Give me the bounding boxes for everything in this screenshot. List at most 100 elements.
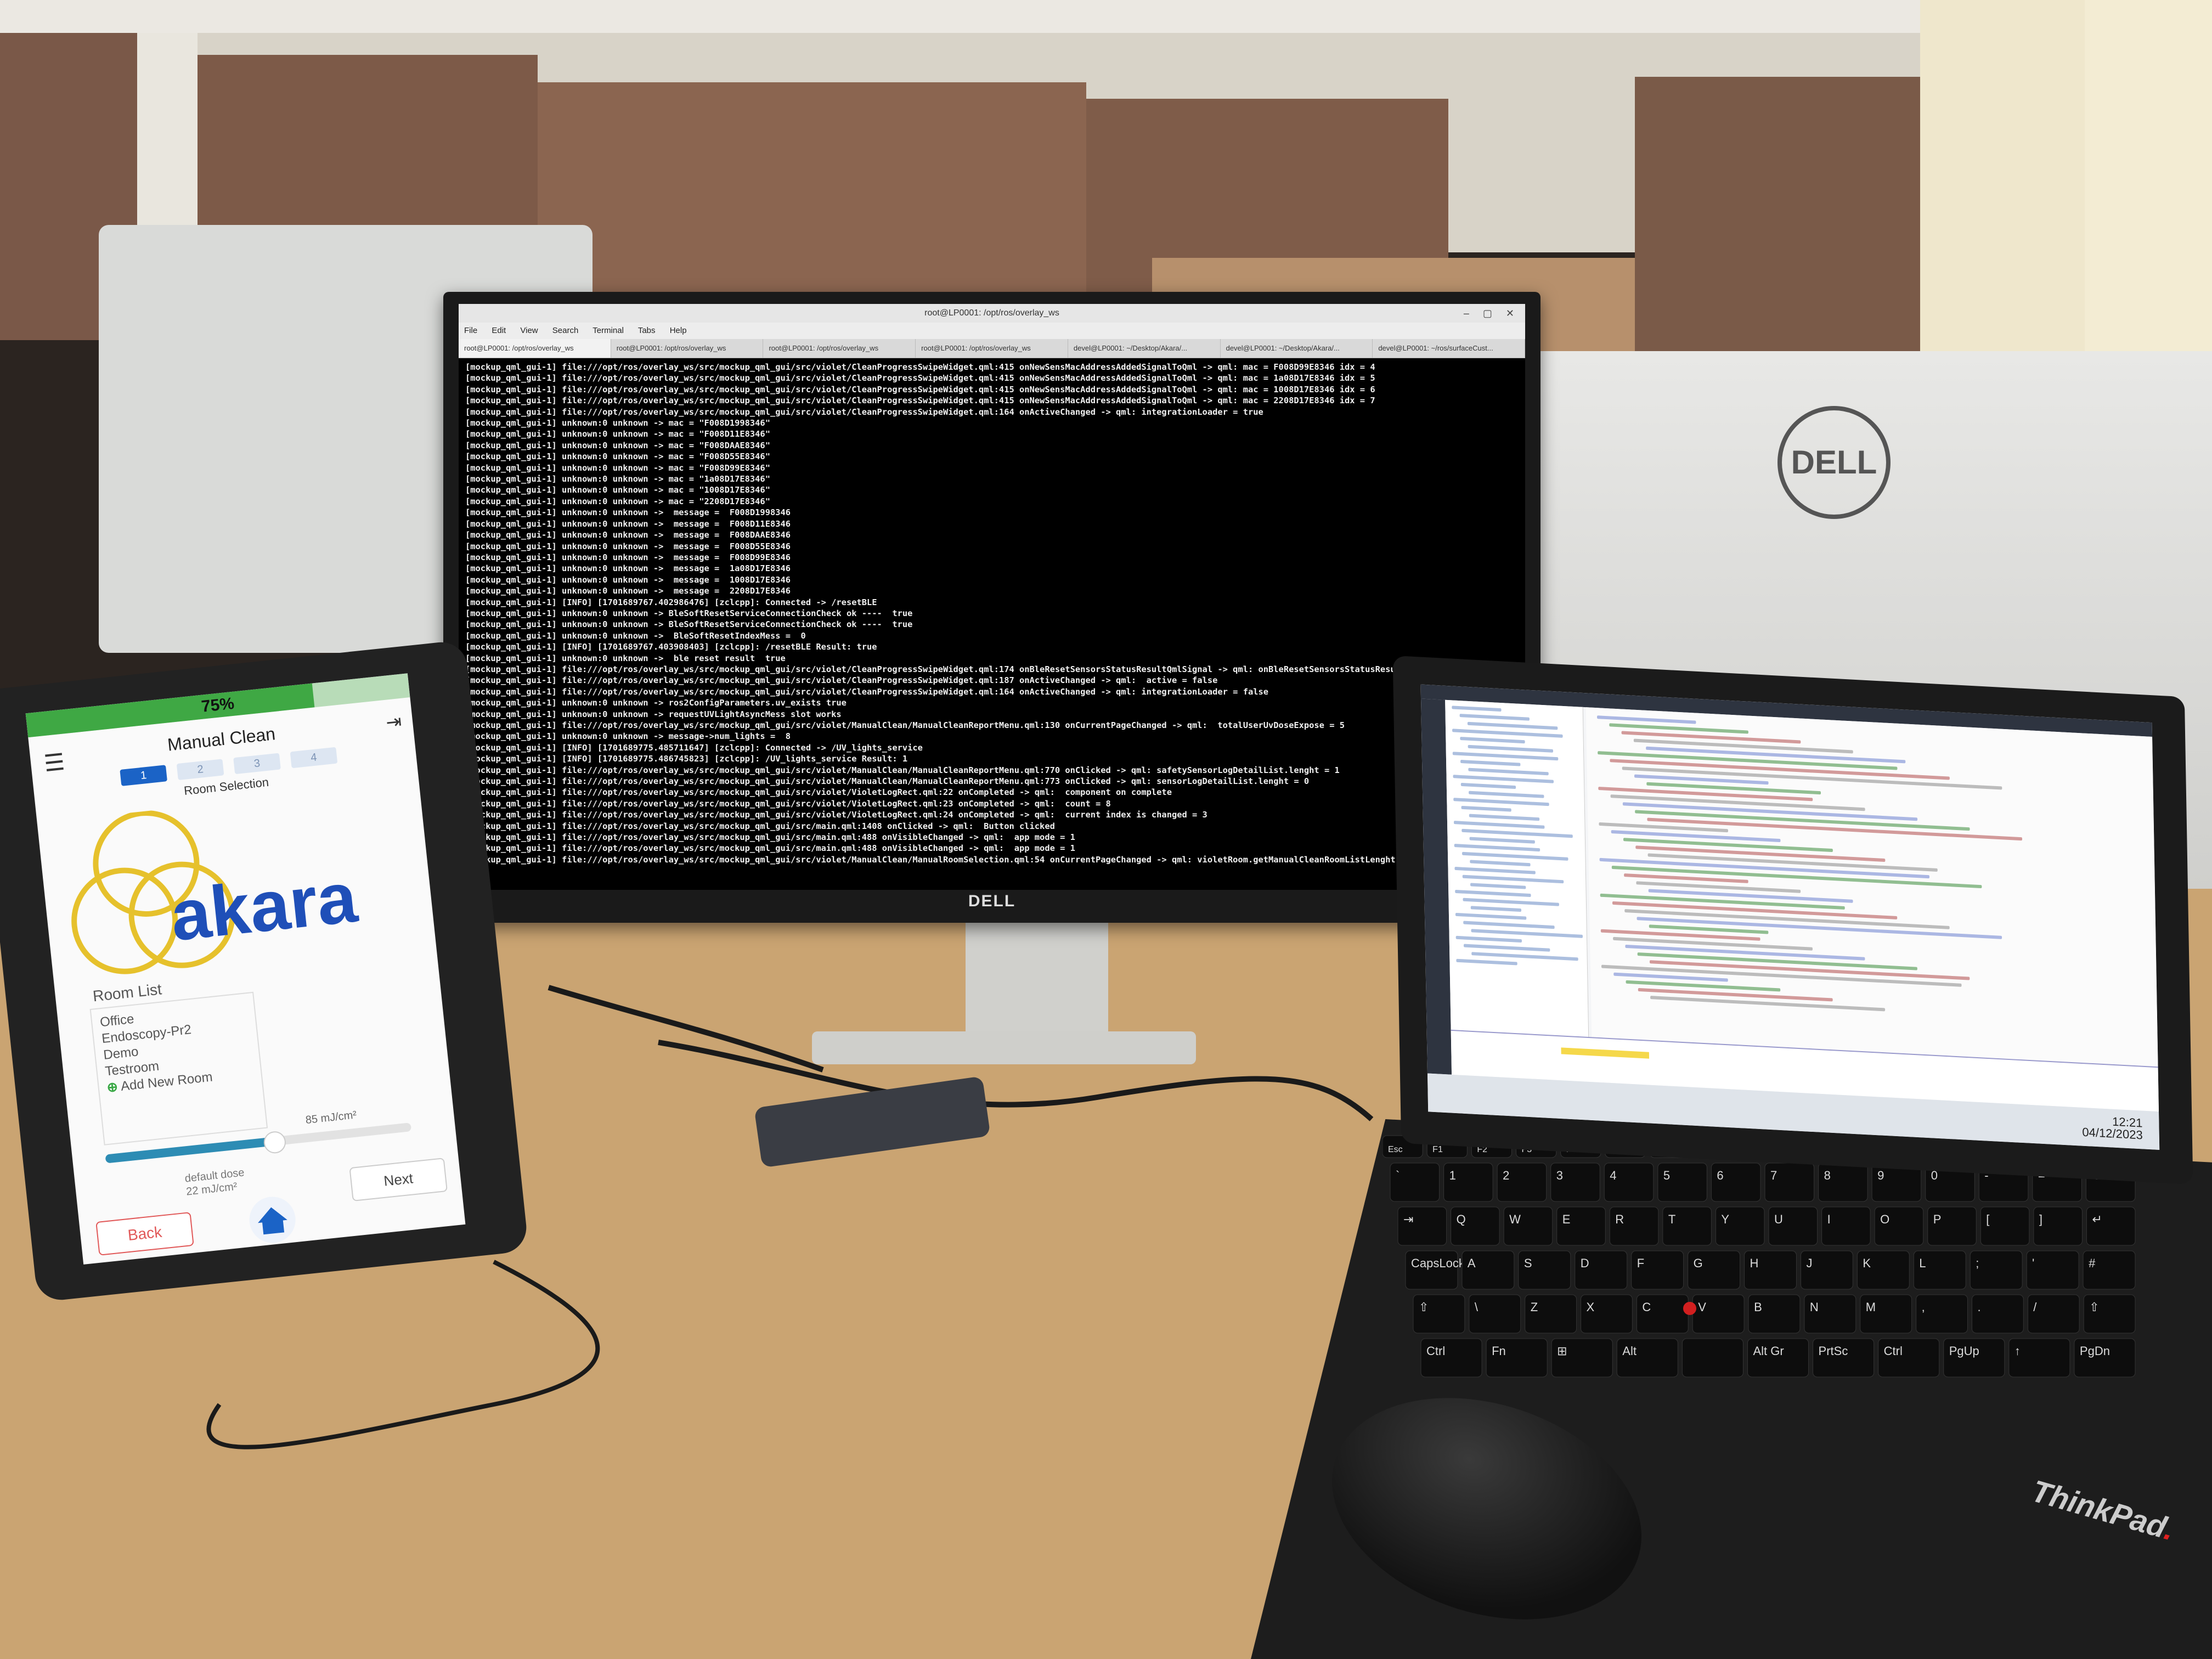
trackpoint[interactable]: [1683, 1302, 1696, 1315]
key[interactable]: Q: [1451, 1206, 1500, 1246]
key[interactable]: B: [1748, 1294, 1801, 1334]
key[interactable]: Ctrl: [1878, 1338, 1940, 1378]
tree-item[interactable]: [1453, 798, 1549, 806]
key[interactable]: 2: [1497, 1163, 1547, 1202]
key[interactable]: [1681, 1338, 1743, 1378]
key[interactable]: Alt: [1616, 1338, 1678, 1378]
key[interactable]: [: [1980, 1206, 2030, 1246]
menu-search[interactable]: Search: [552, 326, 579, 335]
key[interactable]: O: [1874, 1206, 1924, 1246]
key[interactable]: #: [2083, 1250, 2136, 1290]
code-editor[interactable]: [1585, 707, 2158, 1068]
tree-item[interactable]: [1460, 737, 1525, 744]
key[interactable]: P: [1927, 1206, 1977, 1246]
terminal-tab[interactable]: devel@LP0001: ~/Desktop/Akara/...: [1068, 339, 1221, 358]
key[interactable]: H: [1744, 1250, 1797, 1290]
key[interactable]: X: [1581, 1294, 1633, 1334]
tree-item[interactable]: [1471, 929, 1583, 938]
tree-item[interactable]: [1452, 729, 1563, 738]
key[interactable]: ;: [1970, 1250, 2023, 1290]
key[interactable]: V: [1692, 1294, 1745, 1334]
key[interactable]: /: [2027, 1294, 2080, 1334]
dose-slider-handle[interactable]: [262, 1130, 287, 1155]
key[interactable]: CapsLock: [1405, 1250, 1465, 1290]
tree-item[interactable]: [1460, 759, 1521, 766]
home-icon[interactable]: [245, 1193, 300, 1247]
tree-item[interactable]: [1455, 935, 1522, 943]
menu-edit[interactable]: Edit: [492, 326, 506, 335]
terminal-titlebar[interactable]: root@LP0001: /opt/ros/overlay_ws – ▢ ✕: [459, 304, 1525, 323]
tree-item[interactable]: [1462, 828, 1573, 838]
key[interactable]: `: [1390, 1163, 1440, 1202]
ide-window[interactable]: 12:21 04/12/2023: [1420, 684, 2160, 1150]
tree-item[interactable]: [1456, 958, 1517, 966]
tree-item[interactable]: [1469, 837, 1535, 844]
tree-item[interactable]: [1462, 874, 1564, 884]
tree-item[interactable]: [1470, 860, 1531, 867]
tree-item[interactable]: [1461, 805, 1511, 812]
menu-view[interactable]: View: [520, 326, 538, 335]
menu-tabs[interactable]: Tabs: [638, 326, 656, 335]
key[interactable]: 7: [1764, 1163, 1815, 1202]
terminal-tab[interactable]: root@LP0001: /opt/ros/overlay_ws: [763, 339, 916, 358]
key[interactable]: R: [1609, 1206, 1659, 1246]
tree-item[interactable]: [1468, 744, 1554, 753]
tree-item[interactable]: [1471, 952, 1578, 961]
key[interactable]: ]: [2033, 1206, 2083, 1246]
key[interactable]: G: [1688, 1250, 1741, 1290]
tree-item[interactable]: [1463, 944, 1550, 952]
tree-item[interactable]: [1455, 912, 1527, 920]
key[interactable]: ↑: [2008, 1338, 2070, 1378]
terminal-tab[interactable]: root@LP0001: /opt/ros/overlay_ws: [459, 339, 611, 358]
tree-item[interactable]: [1468, 768, 1549, 776]
key[interactable]: C: [1636, 1294, 1689, 1334]
key[interactable]: U: [1768, 1206, 1818, 1246]
key[interactable]: \: [1469, 1294, 1521, 1334]
key[interactable]: Y: [1715, 1206, 1765, 1246]
key[interactable]: ⊞: [1551, 1338, 1613, 1378]
key[interactable]: ⇧: [2083, 1294, 2136, 1334]
terminal-tab[interactable]: root@LP0001: /opt/ros/overlay_ws: [916, 339, 1068, 358]
tree-item[interactable]: [1469, 791, 1544, 798]
next-button[interactable]: Next: [349, 1158, 448, 1201]
menu-terminal[interactable]: Terminal: [592, 326, 624, 335]
tree-item[interactable]: [1452, 706, 1502, 712]
key[interactable]: W: [1503, 1206, 1553, 1246]
key[interactable]: .: [1971, 1294, 2024, 1334]
tree-item[interactable]: [1453, 775, 1554, 783]
tree-item[interactable]: [1462, 851, 1568, 861]
key[interactable]: A: [1462, 1250, 1515, 1290]
key[interactable]: E: [1556, 1206, 1606, 1246]
exit-icon[interactable]: ⇥: [385, 710, 403, 734]
key[interactable]: 1: [1443, 1163, 1493, 1202]
key[interactable]: 8: [1818, 1163, 1868, 1202]
terminal-tab[interactable]: root@LP0001: /opt/ros/overlay_ws: [611, 339, 764, 358]
key[interactable]: ⇧: [1413, 1294, 1465, 1334]
key[interactable]: D: [1575, 1250, 1628, 1290]
key[interactable]: Alt Gr: [1747, 1338, 1809, 1378]
tree-item[interactable]: [1470, 883, 1526, 889]
key[interactable]: Fn: [1486, 1338, 1548, 1378]
tree-item[interactable]: [1459, 714, 1530, 721]
key[interactable]: ,: [1916, 1294, 1968, 1334]
terminal-tab[interactable]: devel@LP0001: ~/Desktop/Akara/...: [1221, 339, 1373, 358]
tree-item[interactable]: [1463, 898, 1559, 906]
terminal-window[interactable]: root@LP0001: /opt/ros/overlay_ws – ▢ ✕ F…: [459, 304, 1525, 890]
tree-item[interactable]: [1470, 906, 1522, 912]
window-controls[interactable]: – ▢ ✕: [1464, 304, 1520, 323]
project-tree[interactable]: [1445, 699, 1589, 1039]
key[interactable]: T: [1662, 1206, 1712, 1246]
menu-file[interactable]: File: [464, 326, 477, 335]
tree-item[interactable]: [1454, 866, 1536, 874]
key[interactable]: J: [1800, 1250, 1853, 1290]
tree-item[interactable]: [1463, 921, 1555, 929]
key[interactable]: 3: [1550, 1163, 1600, 1202]
key[interactable]: PgDn: [2074, 1338, 2136, 1378]
terminal-output[interactable]: [mockup_qml_gui-1] file:///opt/ros/overl…: [459, 358, 1525, 880]
key[interactable]: 5: [1657, 1163, 1707, 1202]
tree-item[interactable]: [1452, 752, 1559, 761]
key[interactable]: 4: [1604, 1163, 1654, 1202]
key[interactable]: I: [1821, 1206, 1871, 1246]
key[interactable]: L: [1913, 1250, 1966, 1290]
tree-item[interactable]: [1467, 721, 1558, 730]
